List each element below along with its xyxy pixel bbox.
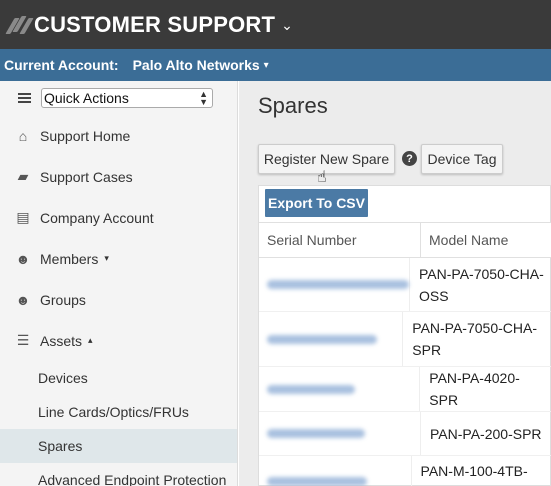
sidebar-subitem-spares[interactable]: Spares — [0, 429, 237, 463]
quick-actions-row: Quick Actions ▲ ▼ — [0, 81, 237, 115]
sidebar-item-label: Groups — [40, 291, 86, 308]
model-cell: PAN-M-100-4TB-SPR — [420, 462, 528, 486]
serial-cell-redacted — [259, 312, 404, 366]
column-header-serial[interactable]: Serial Number — [259, 223, 421, 257]
serial-cell-redacted — [259, 456, 412, 486]
caret-up-icon: ▴ — [88, 335, 93, 345]
briefcase-icon: ▰ — [17, 168, 29, 184]
export-csv-button[interactable]: Export To CSV — [265, 189, 368, 217]
sidebar-subitem-advanced-endpoint-protection[interactable]: Advanced Endpoint Protection — [0, 463, 237, 486]
sidebar-subitem-line-cards[interactable]: Line Cards/Optics/FRUs — [0, 395, 237, 429]
device-tag-button[interactable]: Device Tag — [421, 144, 503, 174]
serial-cell-redacted — [259, 367, 421, 411]
table-body: PAN-PA-7050-CHA-OSS PAN-PA-7050-CHA-SPR … — [259, 258, 551, 486]
account-bar: Current Account: Palo Alto Networks ▾ — [0, 49, 551, 81]
serial-cell-redacted — [259, 258, 410, 311]
model-cell: PAN-PA-200-SPR — [430, 425, 542, 442]
sidebar: Quick Actions ▲ ▼ ⌂ Support Home ▰ Suppor… — [0, 81, 238, 486]
table-row[interactable]: PAN-PA-200-SPR — [259, 412, 551, 456]
sidebar-item-support-cases[interactable]: ▰ Support Cases — [0, 156, 237, 197]
hand-cursor-icon: ☝ — [317, 169, 327, 186]
sidebar-item-label: Support Home — [40, 127, 131, 144]
table-row[interactable]: PAN-PA-7050-CHA-OSS — [259, 258, 551, 312]
column-header-model[interactable]: Model Name — [421, 223, 508, 257]
logo-icon — [5, 12, 34, 38]
model-cell: PAN-PA-7050-CHA-SPR — [412, 320, 538, 358]
sidebar-item-support-home[interactable]: ⌂ Support Home — [0, 115, 237, 156]
hamburger-icon[interactable] — [18, 91, 31, 105]
main-content: Spares Register New Spare ? Device Tag ☝… — [239, 81, 551, 486]
select-arrows-icon: ▲ ▼ — [199, 89, 208, 107]
help-icon[interactable]: ? — [402, 151, 417, 166]
current-account-label: Current Account: — [4, 57, 119, 73]
account-selector[interactable]: Palo Alto Networks — [133, 57, 260, 73]
app-title[interactable]: CUSTOMER SUPPORT — [34, 12, 275, 38]
quick-actions-select[interactable]: Quick Actions ▲ ▼ — [41, 88, 213, 108]
sidebar-item-label: Members — [40, 250, 99, 267]
chevron-down-icon[interactable]: ⌄ — [281, 17, 293, 34]
spares-table: Export To CSV Serial Number Model Name P… — [258, 185, 551, 486]
sidebar-subitem-devices[interactable]: Devices — [0, 361, 237, 395]
table-row[interactable]: PAN-PA-4020-SPR — [259, 367, 551, 412]
list-icon: ☰ — [16, 332, 30, 348]
table-header: Serial Number Model Name — [259, 222, 551, 258]
users-icon: ☻ — [15, 291, 31, 308]
table-row[interactable]: PAN-M-100-4TB-SPR — [259, 456, 551, 486]
table-row[interactable]: PAN-PA-7050-CHA-SPR — [259, 312, 551, 367]
home-icon: ⌂ — [18, 127, 28, 144]
model-cell: PAN-PA-4020-SPR — [429, 370, 520, 408]
sidebar-item-label: Company Account — [40, 209, 154, 226]
sidebar-item-members[interactable]: ☻ Members ▾ — [0, 238, 237, 279]
account-caret-icon[interactable]: ▾ — [264, 60, 269, 71]
top-bar: CUSTOMER SUPPORT ⌄ — [0, 0, 551, 49]
quick-actions-value: Quick Actions — [44, 90, 129, 106]
user-add-icon: ☻ — [15, 250, 31, 267]
sidebar-item-assets[interactable]: ☰ Assets ▴ — [0, 320, 237, 361]
model-cell: PAN-PA-7050-CHA-OSS — [419, 265, 544, 304]
sidebar-item-label: Assets — [40, 332, 83, 349]
page-title: Spares — [258, 93, 328, 118]
building-icon: ▤ — [16, 209, 30, 225]
sidebar-item-company-account[interactable]: ▤ Company Account — [0, 197, 237, 238]
sidebar-item-label: Support Cases — [40, 168, 133, 185]
sidebar-item-groups[interactable]: ☻ Groups — [0, 279, 237, 320]
serial-cell-redacted — [259, 412, 421, 455]
caret-down-icon: ▾ — [104, 253, 109, 263]
